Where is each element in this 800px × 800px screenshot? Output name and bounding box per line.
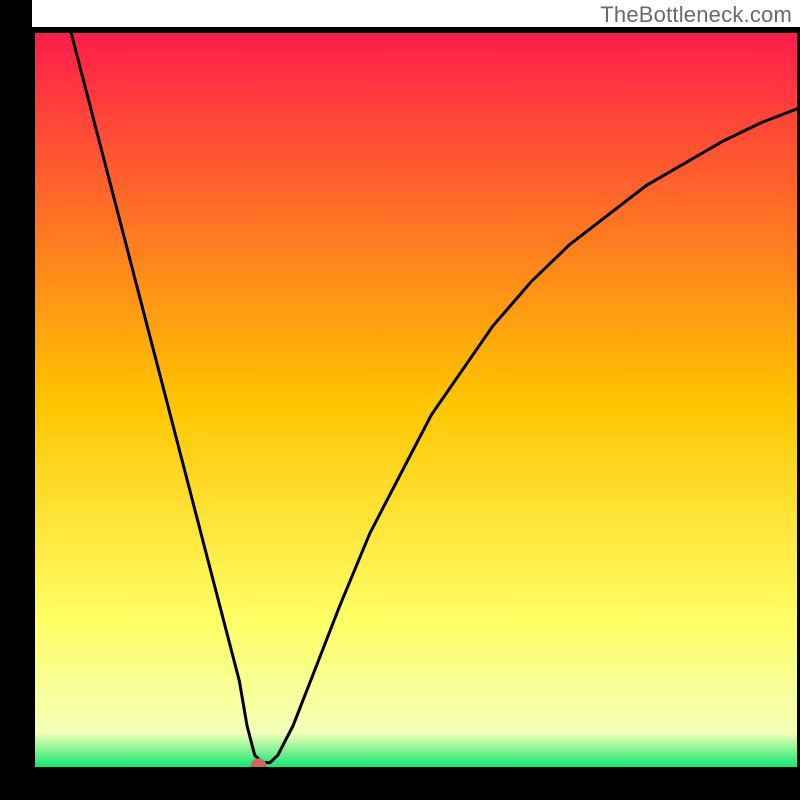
chart-container: TheBottleneck.com — [0, 0, 800, 800]
bottom-margin-band — [0, 770, 800, 800]
left-margin-band — [0, 0, 32, 800]
bottleneck-chart — [0, 0, 800, 800]
gradient-background — [32, 30, 800, 770]
attribution-label: TheBottleneck.com — [600, 2, 792, 28]
